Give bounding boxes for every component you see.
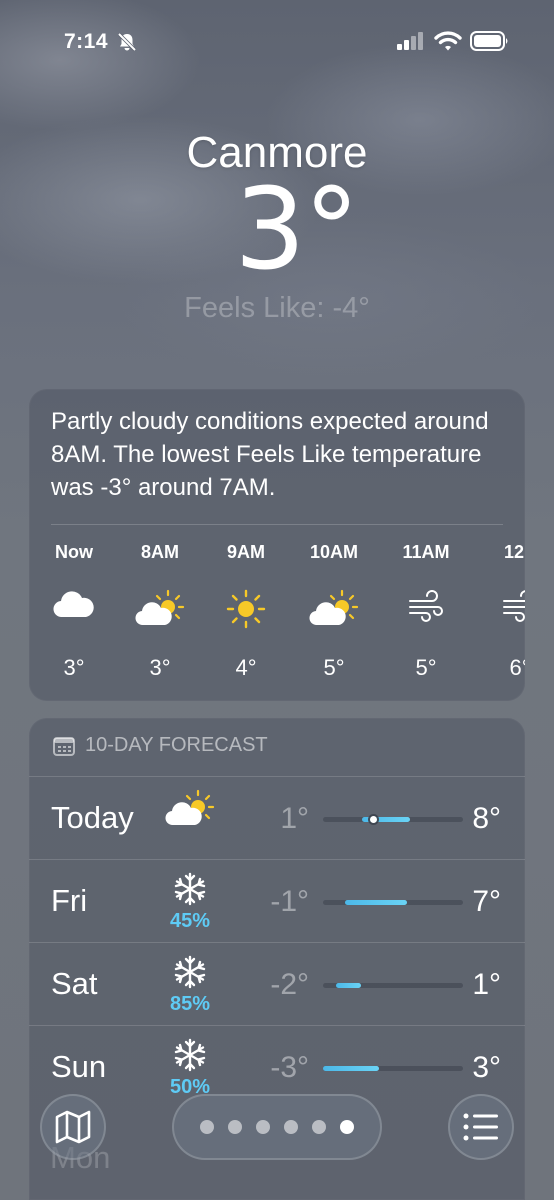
hourly-item: 8AM 3°: [125, 529, 195, 681]
hourly-item: Now 3°: [39, 529, 109, 681]
page-dot[interactable]: [284, 1120, 298, 1134]
wind-icon: [409, 590, 443, 622]
low-temp: -2°: [270, 968, 309, 1001]
hourly-item: 11AM 5°: [391, 529, 461, 681]
page-dot[interactable]: [312, 1120, 326, 1134]
precip-chance: 85%: [169, 993, 211, 1015]
conditions-summary: Partly cloudy conditions expected around…: [51, 405, 503, 525]
ten-day-header: 10-DAY FORECAST: [53, 734, 268, 757]
hour-temp: 5°: [415, 655, 437, 680]
hourly-row[interactable]: Now 3° 8AM 3° 9AM 4° 10AM 5° 11AM 5° 12 …: [29, 529, 525, 699]
hourly-item: 10AM 5°: [299, 529, 369, 681]
day-label: Sat: [51, 966, 98, 1001]
sun-icon: [226, 589, 266, 629]
cellular-signal-icon: [397, 32, 423, 50]
day-label: Fri: [51, 883, 88, 918]
current-temperature: 3°: [234, 165, 359, 295]
status-time: 7:14: [64, 30, 109, 53]
page-indicator[interactable]: [172, 1094, 382, 1160]
hour-temp: 5°: [323, 655, 345, 680]
locations-list-button[interactable]: [448, 1094, 514, 1160]
wind-icon: [503, 590, 525, 622]
hour-temp: 3°: [63, 655, 85, 680]
wifi-icon: [434, 31, 462, 51]
battery-icon: [470, 31, 508, 51]
high-temp: 3°: [472, 1051, 501, 1084]
hour-temp: 4°: [235, 655, 257, 680]
low-temp: -3°: [270, 1051, 309, 1084]
partly-sunny-icon: [135, 589, 185, 626]
hourly-item: 12P 6°: [485, 529, 525, 681]
temp-range-fill: [345, 900, 407, 905]
day-label: Sun: [51, 1049, 107, 1084]
partly-sunny-icon: [309, 589, 359, 626]
low-temp: 1°: [280, 802, 309, 835]
partly-sunny-icon: [165, 789, 215, 826]
feels-like: Feels Like: -4°: [184, 291, 370, 324]
current-conditions: Canmore 3° Feels Like: -4°: [0, 120, 554, 325]
snow-icon: [174, 872, 206, 906]
day-label: Today: [51, 800, 134, 835]
hour-temp: 3°: [149, 655, 171, 680]
page-dot[interactable]: [228, 1120, 242, 1134]
temp-range-fill: [323, 1066, 379, 1071]
forecast-row-sat[interactable]: Sat 85% -2° 1°: [29, 942, 525, 1026]
calendar-icon: [53, 736, 75, 756]
temp-range-bar: [323, 983, 463, 988]
forecast-row-fri[interactable]: Fri 45% -1° 7°: [29, 859, 525, 943]
page-dot-active[interactable]: [340, 1120, 354, 1134]
snow-icon: [174, 1038, 206, 1072]
ten-day-title: 10-DAY FORECAST: [85, 734, 268, 756]
temp-range-bar: [323, 900, 463, 905]
hour-label: 9AM: [226, 542, 265, 562]
silent-bell-icon: [117, 32, 137, 52]
forecast-row-today[interactable]: Today 1° 8°: [29, 776, 525, 860]
page-dot[interactable]: [200, 1120, 214, 1134]
temp-range-fill: [362, 817, 410, 822]
map-icon: [55, 1110, 91, 1144]
hour-label: 10AM: [309, 542, 358, 562]
map-button[interactable]: [40, 1094, 106, 1160]
temp-range-bar: [323, 1066, 463, 1071]
high-temp: 7°: [472, 885, 501, 918]
high-temp: 8°: [472, 802, 501, 835]
snow-icon: [174, 955, 206, 989]
status-bar: 7:14: [0, 0, 554, 80]
high-temp: 1°: [472, 968, 501, 1001]
cloud-icon: [53, 591, 94, 618]
low-temp: -1°: [270, 885, 309, 918]
hour-label: 11AM: [402, 542, 450, 562]
list-icon: [463, 1113, 498, 1141]
page-dot[interactable]: [256, 1120, 270, 1134]
hourly-forecast-card[interactable]: Partly cloudy conditions expected around…: [29, 389, 525, 701]
hourly-item: 9AM 4°: [211, 529, 281, 681]
hour-temp: 6°: [509, 655, 525, 680]
temp-range-fill: [335, 983, 361, 988]
precip-chance: 45%: [169, 910, 211, 932]
temp-range-bar: [323, 816, 463, 823]
hour-label: 12P: [503, 542, 525, 562]
hour-label: Now: [55, 542, 93, 562]
hour-label: 8AM: [140, 542, 179, 562]
